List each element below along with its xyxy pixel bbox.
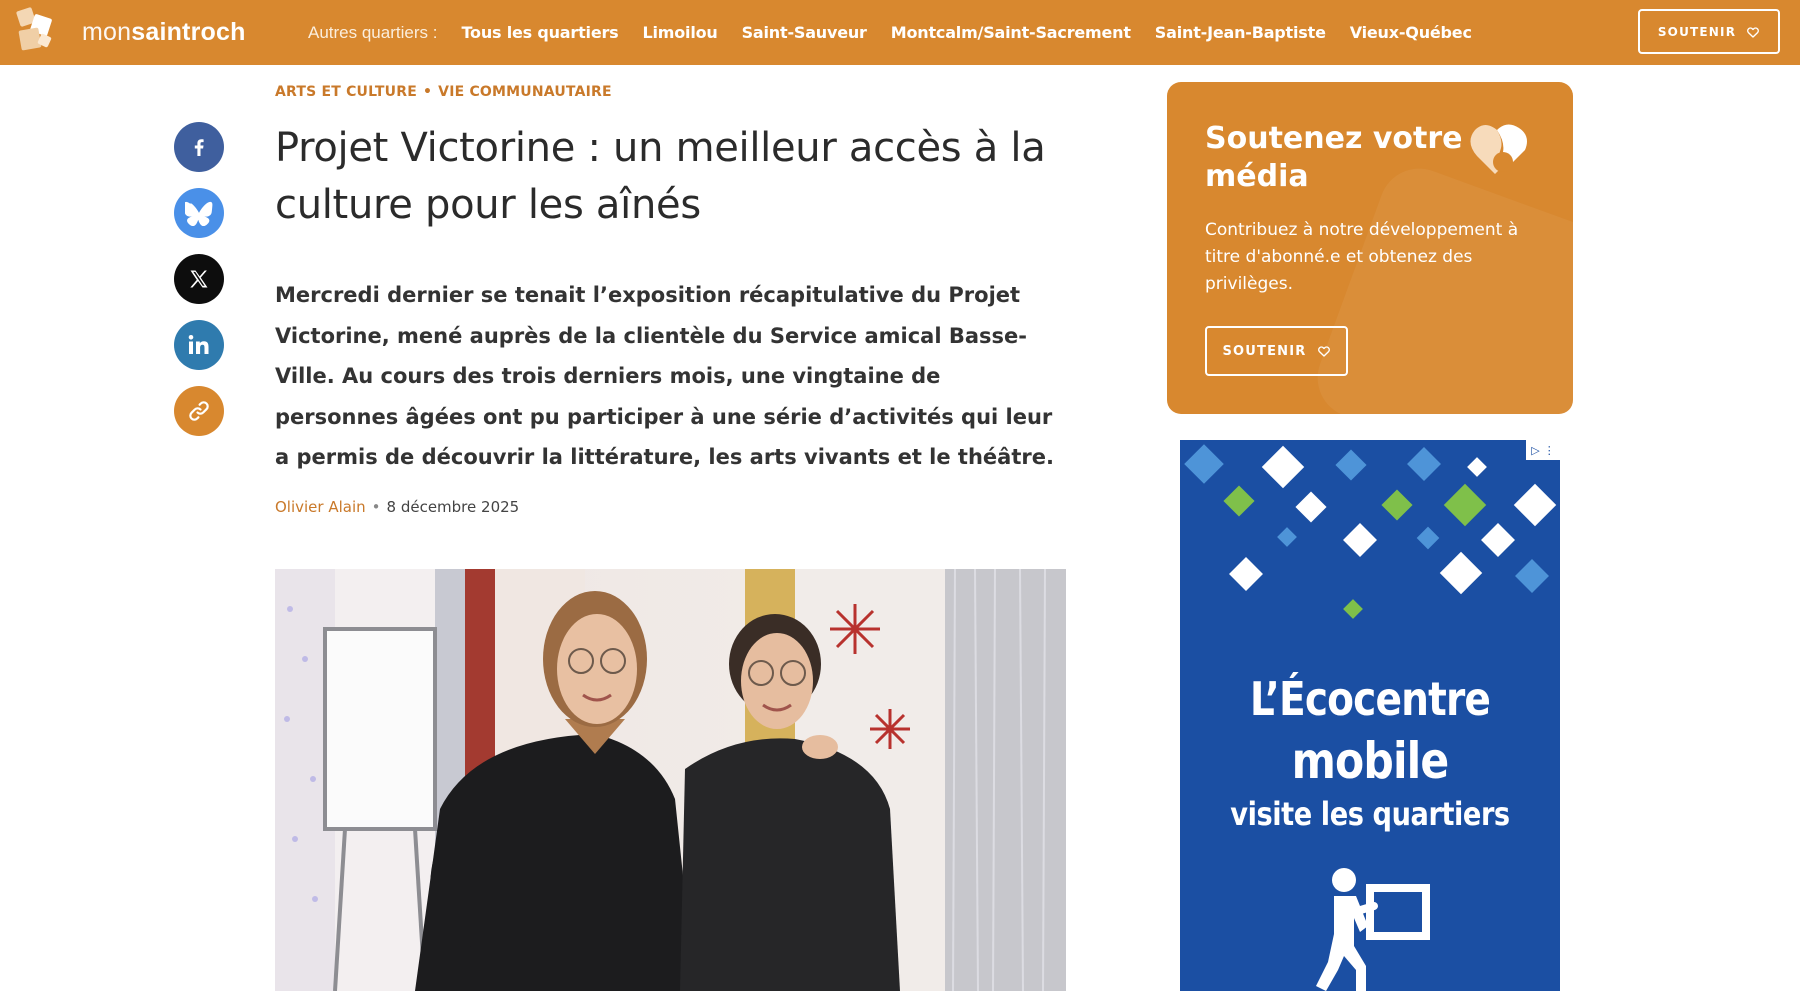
article-lede: Mercredi dernier se tenait l’exposition … [275,283,1054,469]
nav-item-saint-sauveur[interactable]: Saint-Sauveur [742,23,867,42]
share-bar [174,122,224,452]
ad-headline-line1: L’Écocentre [1249,672,1491,726]
header-support-button[interactable]: SOUTENIR [1638,9,1780,54]
heart-icon [1747,26,1760,38]
support-card: Soutenez votre média Contribuez à notre … [1167,82,1573,414]
nav-item-saint-jean-baptiste[interactable]: Saint-Jean-Baptiste [1155,23,1326,42]
share-facebook-button[interactable] [174,122,224,172]
neighbourhood-nav: Autres quartiers : Tous les quartiers Li… [308,0,1496,65]
ad-choices-button[interactable]: ▷ ⋮ [1526,440,1560,460]
byline-separator: • [371,498,381,516]
site-header: monsaintroch Autres quartiers : Tous les… [0,0,1800,65]
linkedin-icon [188,335,209,354]
advertisement-banner[interactable]: ▷ ⋮ L’Écocentre mobile visite les quartie… [1180,440,1560,991]
copy-link-button[interactable] [174,386,224,436]
hand-heart-icon [1470,124,1527,174]
share-bluesky-button[interactable] [174,188,224,238]
publish-date: 8 décembre 2025 [386,498,520,516]
category-link-arts-culture[interactable]: ARTS ET CULTURE [275,84,417,100]
site-logo[interactable]: monsaintroch [14,6,246,58]
ad-play-icon: ▷ [1531,443,1540,457]
ad-headline-line3: visite les quartiers [1230,795,1510,833]
article-byline: Olivier Alain • 8 décembre 2025 [275,498,519,516]
share-linkedin-button[interactable] [174,320,224,370]
logo-wordmark: monsaintroch [82,17,246,46]
header-support-label: SOUTENIR [1657,24,1737,39]
article-photo-illustration [275,569,1066,991]
support-card-button-label: SOUTENIR [1222,343,1307,359]
article-title: Projet Victorine : un meilleur accès à l… [275,125,1046,228]
article-photo [275,569,1066,991]
x-icon [190,270,208,288]
article-categories: ARTS ET CULTURE • VIE COMMUNAUTAIRE [275,84,612,100]
share-x-button[interactable] [174,254,224,304]
ad-headline-line2: mobile [1291,732,1450,790]
category-separator: • [423,84,433,100]
nav-item-vieux-quebec[interactable]: Vieux-Québec [1350,23,1472,42]
category-link-vie-communautaire[interactable]: VIE COMMUNAUTAIRE [438,84,612,100]
logo-mark-icon [14,6,64,57]
support-card-text: Contribuez à notre développement à titre… [1205,220,1519,294]
nav-item-tous-les-quartiers[interactable]: Tous les quartiers [461,23,618,42]
support-card-button[interactable]: SOUTENIR [1205,326,1348,376]
nav-item-limoilou[interactable]: Limoilou [642,23,717,42]
person-carrying-box-icon [1316,868,1430,991]
bluesky-icon [185,201,213,226]
link-icon [189,401,209,421]
author-link[interactable]: Olivier Alain [275,498,366,516]
facebook-icon [194,139,204,156]
ad-pattern [1184,444,1557,619]
nav-label: Autres quartiers : [308,22,438,42]
nav-item-montcalm[interactable]: Montcalm/Saint-Sacrement [891,23,1131,42]
heart-icon [1317,346,1330,357]
ad-close-icon: ⋮ [1543,443,1555,457]
support-card-title: Soutenez votre média [1205,121,1463,194]
